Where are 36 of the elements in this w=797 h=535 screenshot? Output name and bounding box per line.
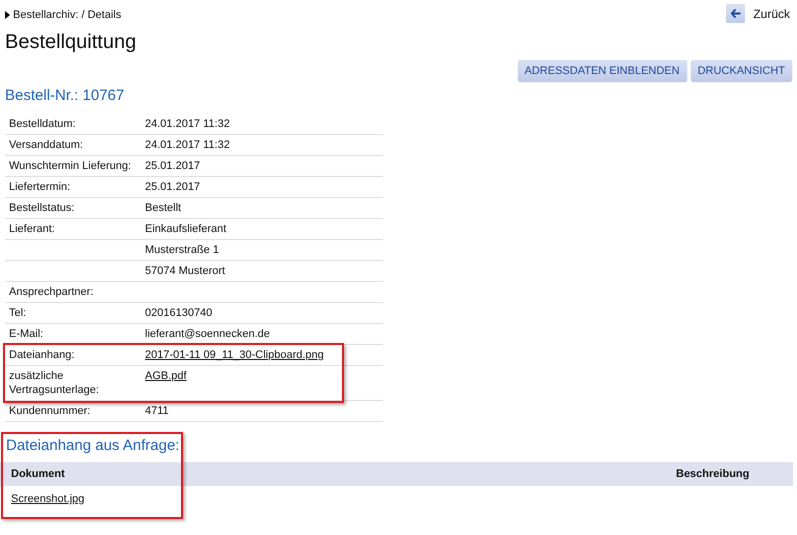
back-link[interactable]: Zurück bbox=[753, 6, 790, 20]
field-value: lieferant@soennecken.de bbox=[145, 328, 270, 340]
section-heading: Dateianhang aus Anfrage: bbox=[6, 436, 180, 456]
field-label: Versanddatum: bbox=[9, 139, 83, 151]
field-value: 57074 Musterort bbox=[145, 265, 226, 277]
field-label: Tel: bbox=[9, 307, 26, 319]
field-label: zusätzliche Vertragsunterlage: bbox=[9, 370, 99, 396]
field-label: Ansprechpartner: bbox=[9, 286, 94, 298]
field-value: Einkaufslieferant bbox=[145, 223, 226, 235]
field-value: 24.01.2017 11:32 bbox=[145, 139, 230, 151]
field-label: E-Mail: bbox=[9, 328, 44, 340]
file-link[interactable]: AGB.pdf bbox=[145, 370, 187, 382]
triangle-icon bbox=[5, 10, 10, 18]
field-label: Lieferant: bbox=[9, 223, 55, 235]
field-label: Bestellstatus: bbox=[9, 202, 74, 214]
column-header: Dokument bbox=[11, 467, 66, 481]
order-number-heading: Bestell-Nr.: 10767 bbox=[5, 87, 126, 105]
field-value: 24.01.2017 11:32 bbox=[145, 118, 230, 130]
action-button[interactable]: DRUCKANSICHT bbox=[690, 60, 792, 81]
breadcrumb: Bestellarchiv: / Details bbox=[13, 8, 122, 22]
field-value: Bestellt bbox=[145, 202, 182, 214]
action-button[interactable]: ADRESSDATEN EINBLENDEN bbox=[518, 60, 687, 81]
field-label: Liefertermin: bbox=[9, 181, 70, 193]
field-label: Kundennummer: bbox=[9, 405, 90, 417]
field-value: 02016130740 bbox=[145, 307, 212, 319]
field-label: Bestelldatum: bbox=[9, 118, 76, 130]
field-value: 25.01.2017 bbox=[145, 181, 200, 193]
file-link[interactable]: 2017-01-11 09_11_30-Clipboard.png bbox=[145, 349, 324, 361]
page-title: Bestellquittung bbox=[5, 30, 138, 54]
field-value: 4711 bbox=[145, 405, 169, 417]
field-label: Dateianhang: bbox=[9, 349, 74, 361]
field-value: Musterstraße 1 bbox=[145, 244, 219, 256]
column-header: Beschreibung bbox=[676, 467, 750, 481]
field-value: 25.01.2017 bbox=[145, 160, 200, 172]
file-link[interactable]: Screenshot.jpg bbox=[11, 492, 84, 506]
field-label: Wunschtermin Lieferung: bbox=[9, 160, 132, 172]
